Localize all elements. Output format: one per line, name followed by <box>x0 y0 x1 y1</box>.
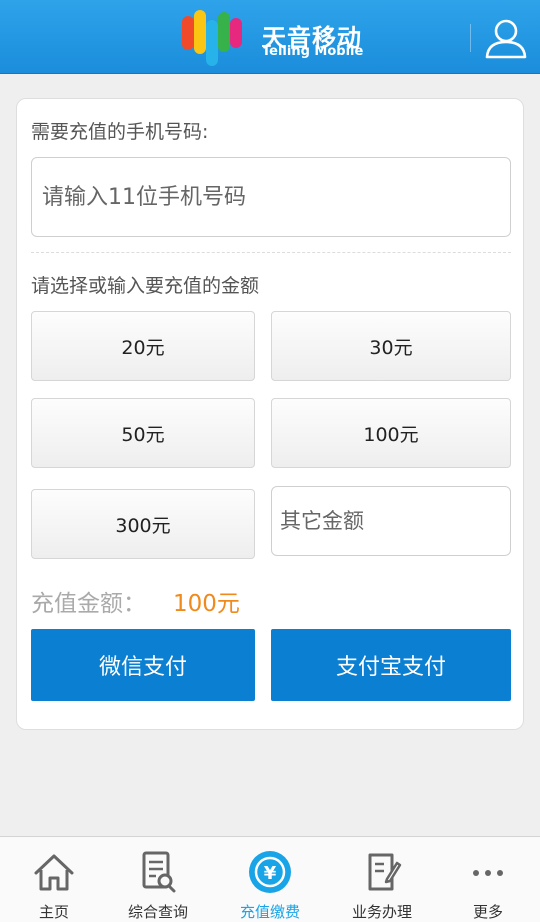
bottom-nav: 主页 综合查询 ¥ 充值缴费 业务办理 更多 <box>0 836 540 922</box>
nav-label: 综合查询 <box>127 903 188 921</box>
total-value: 100元 <box>173 591 240 617</box>
phone-label: 需要充值的手机号码: <box>31 121 209 143</box>
nav-label: 充值缴费 <box>239 903 300 921</box>
logo-text-english: Telling Mobile <box>262 44 364 59</box>
more-dots-icon <box>473 870 503 876</box>
user-profile-button[interactable] <box>482 14 530 62</box>
yuan-coin-icon: ¥ <box>249 851 291 893</box>
alipay-pay-button[interactable]: 支付宝支付 <box>271 629 511 701</box>
nav-label: 更多 <box>472 903 503 921</box>
search-document-icon <box>142 851 176 893</box>
nav-item-recharge[interactable]: ¥ 充值缴费 <box>216 837 324 922</box>
clipboard-edit-icon <box>368 853 402 891</box>
home-icon <box>34 854 74 891</box>
svg-text:¥: ¥ <box>264 863 277 884</box>
nav-label: 主页 <box>38 903 69 921</box>
nav-item-home[interactable]: 主页 <box>0 837 108 922</box>
total-label: 充值金额： <box>31 591 146 617</box>
amount-option-50[interactable]: 50元 <box>31 398 255 468</box>
user-icon <box>485 19 527 59</box>
section-divider <box>31 252 511 253</box>
amount-label: 请选择或输入要充值的金额 <box>31 275 260 297</box>
amount-option-30[interactable]: 30元 <box>271 311 511 381</box>
logo-mark-icon <box>182 10 242 66</box>
recharge-card: 需要充值的手机号码: 请选择或输入要充值的金额 20元 30元 50元 100元… <box>16 98 524 730</box>
app-logo: 天音移动 Telling Mobile <box>180 8 380 68</box>
nav-label: 业务办理 <box>351 903 412 921</box>
amount-option-20[interactable]: 20元 <box>31 311 255 381</box>
nav-item-more[interactable]: 更多 <box>434 837 540 922</box>
nav-item-business[interactable]: 业务办理 <box>328 837 436 922</box>
nav-item-query[interactable]: 综合查询 <box>104 837 212 922</box>
app-header: 天音移动 Telling Mobile <box>0 0 540 74</box>
header-divider <box>470 24 471 52</box>
amount-option-300[interactable]: 300元 <box>31 489 255 559</box>
other-amount-input[interactable] <box>271 486 511 556</box>
wechat-pay-button[interactable]: 微信支付 <box>31 629 255 701</box>
amount-option-100[interactable]: 100元 <box>271 398 511 468</box>
phone-input[interactable] <box>31 157 511 237</box>
